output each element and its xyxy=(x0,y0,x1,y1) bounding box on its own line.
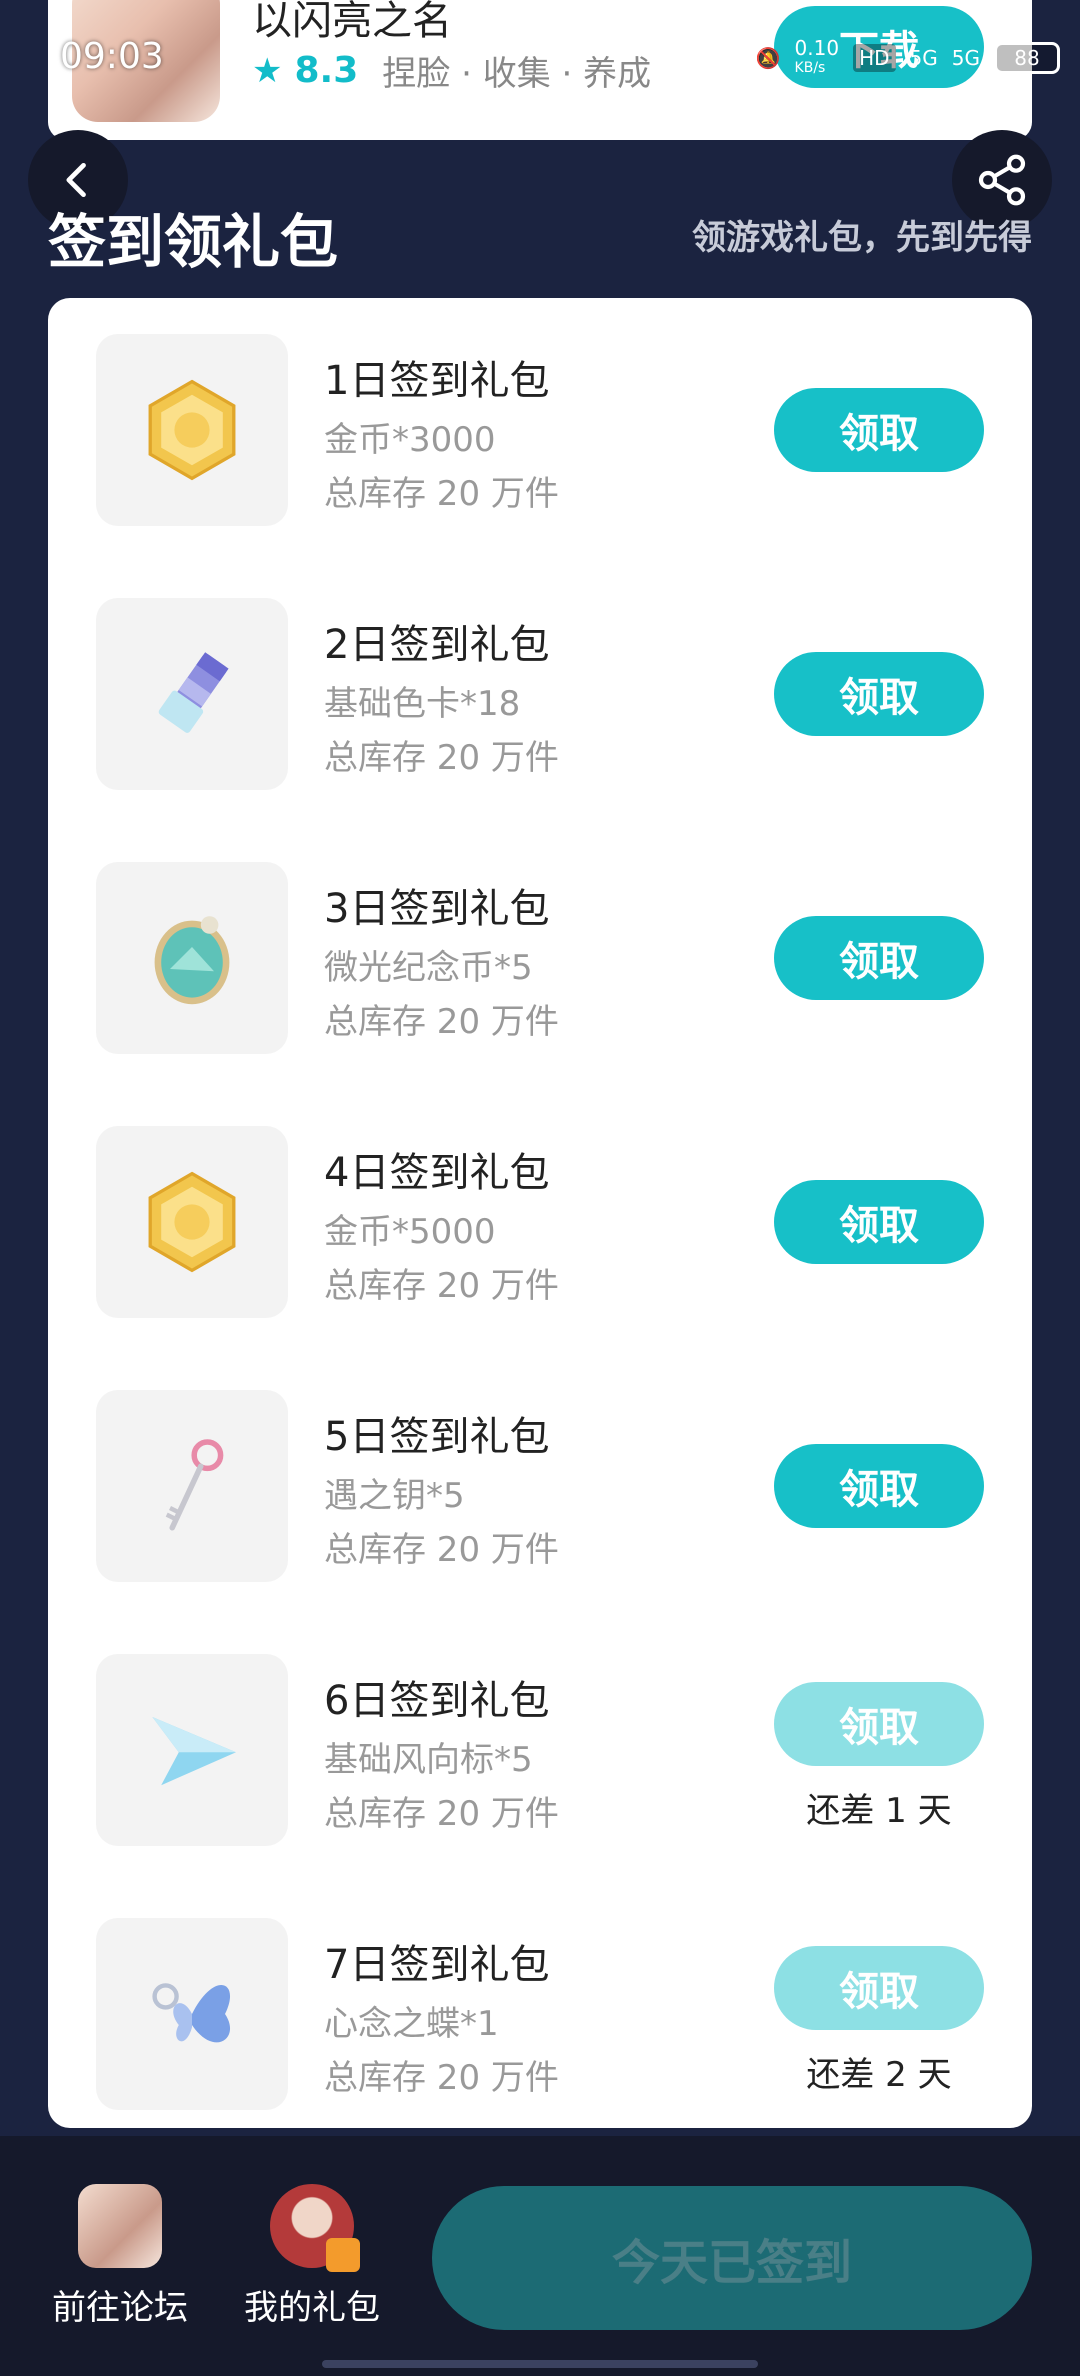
gift-box-icon xyxy=(270,2184,360,2272)
key-icon xyxy=(96,1390,288,1582)
claim-button[interactable]: 领取 xyxy=(774,652,984,736)
battery-level: 88 xyxy=(1014,46,1040,70)
days-remaining: 还差 2 天 xyxy=(806,2055,952,2095)
key-graphic xyxy=(165,1439,224,1531)
signal-5g-icon: 5G xyxy=(909,46,938,70)
gold-coin-icon xyxy=(96,1126,288,1318)
game-tags: 捏脸 · 收集 · 养成 xyxy=(382,54,652,94)
claim-button[interactable]: 领取 xyxy=(774,916,984,1000)
gift-content: 金币*5000 xyxy=(324,1212,496,1252)
home-indicator xyxy=(322,2360,758,2368)
section-title: 签到领礼包 xyxy=(48,208,339,276)
gift-content: 基础色卡*18 xyxy=(324,684,521,724)
gift-row-day6: 6日签到礼包 基础风向标*5 总库存 20 万件 领取 还差 1 天 xyxy=(48,1618,1032,1882)
game-title: 以闪亮之名 xyxy=(252,0,452,44)
net-speed: 0.10 KB/s xyxy=(795,38,840,78)
gift-stock: 总库存 20 万件 xyxy=(324,474,559,514)
butterfly-graphic xyxy=(152,1983,231,2043)
net-speed-unit: KB/s xyxy=(794,60,826,76)
gift-row-day7: 7日签到礼包 心念之蝶*1 总库存 20 万件 领取 还差 2 天 xyxy=(48,1882,1032,2146)
gold-coin-graphic xyxy=(148,379,236,481)
days-remaining: 还差 1 天 xyxy=(806,1791,952,1831)
color-card-graphic xyxy=(158,652,229,733)
gift-name: 7日签到礼包 xyxy=(324,1942,550,1988)
gold-coin-icon xyxy=(96,334,288,526)
status-icons: 🔕 0.10 KB/s HD 5G 5G 88 xyxy=(756,38,1060,78)
butterfly-icon xyxy=(96,1918,288,2110)
gift-row-day4: 4日签到礼包 金币*5000 总库存 20 万件 领取 xyxy=(48,1090,1032,1354)
gift-stock: 总库存 20 万件 xyxy=(324,1266,559,1306)
net-speed-value: 0.10 xyxy=(794,36,840,60)
share-icon xyxy=(978,154,1026,206)
claim-button[interactable]: 领取 xyxy=(774,1444,984,1528)
gift-row-day3: 3日签到礼包 微光纪念币*5 总库存 20 万件 领取 xyxy=(48,826,1032,1090)
gift-stock: 总库存 20 万件 xyxy=(324,1530,559,1570)
gift-list: 1日签到礼包 金币*3000 总库存 20 万件 领取 2日签到礼包 基础色卡*… xyxy=(48,298,1032,2128)
signed-today-button[interactable]: 今天已签到 xyxy=(432,2186,1032,2330)
bottom-bar: 前往论坛 我的礼包 今天已签到 xyxy=(0,2136,1080,2376)
status-time: 09:03 xyxy=(60,36,164,77)
gift-stock: 总库存 20 万件 xyxy=(324,738,559,778)
gift-stock: 总库存 20 万件 xyxy=(324,2058,559,2098)
claim-button[interactable]: 领取 xyxy=(774,388,984,472)
gift-content: 心念之蝶*1 xyxy=(324,2004,499,2044)
weathervane-graphic xyxy=(152,1717,236,1786)
commemorative-coin-icon xyxy=(96,862,288,1054)
weathervane-icon xyxy=(96,1654,288,1846)
gift-badge-icon xyxy=(326,2238,360,2272)
gift-name: 5日签到礼包 xyxy=(324,1414,550,1460)
gift-row-day2: 2日签到礼包 基础色卡*18 总库存 20 万件 领取 xyxy=(48,562,1032,826)
gift-content: 遇之钥*5 xyxy=(324,1476,465,1516)
gift-name: 2日签到礼包 xyxy=(324,622,550,668)
gift-name: 4日签到礼包 xyxy=(324,1150,550,1196)
commemorative-coin-graphic xyxy=(154,916,230,1005)
gift-row-day5: 5日签到礼包 遇之钥*5 总库存 20 万件 领取 xyxy=(48,1354,1032,1618)
signal-5g-icon-2: 5G xyxy=(951,46,980,70)
gold-coin-graphic xyxy=(148,1171,236,1273)
forum-game-icon xyxy=(78,2184,162,2268)
gift-name: 6日签到礼包 xyxy=(324,1678,550,1724)
forum-link[interactable]: 前往论坛 xyxy=(40,2184,200,2329)
gift-stock: 总库存 20 万件 xyxy=(324,1002,559,1042)
gift-content: 微光纪念币*5 xyxy=(324,948,533,988)
forum-label: 前往论坛 xyxy=(52,2288,188,2328)
gift-content: 金币*3000 xyxy=(324,420,496,460)
gift-stock: 总库存 20 万件 xyxy=(324,1794,559,1834)
gift-name: 1日签到礼包 xyxy=(324,358,550,404)
section-subtitle: 领游戏礼包，先到先得 xyxy=(692,218,1032,258)
star-icon: ★ xyxy=(252,50,283,91)
game-rating: 8.3 xyxy=(294,50,359,91)
claim-button-disabled[interactable]: 领取 xyxy=(774,1682,984,1766)
hd-icon: HD xyxy=(853,44,896,72)
gift-content: 基础风向标*5 xyxy=(324,1740,533,1780)
my-gifts-label: 我的礼包 xyxy=(244,2288,380,2328)
my-gifts-link[interactable]: 我的礼包 xyxy=(232,2184,392,2329)
game-meta: ★ 8.3 捏脸 · 收集 · 养成 xyxy=(252,46,651,95)
claim-button-disabled[interactable]: 领取 xyxy=(774,1946,984,2030)
gift-name: 3日签到礼包 xyxy=(324,886,550,932)
gift-row-day1: 1日签到礼包 金币*3000 总库存 20 万件 领取 xyxy=(48,298,1032,562)
claim-button[interactable]: 领取 xyxy=(774,1180,984,1264)
color-card-icon xyxy=(96,598,288,790)
battery-icon: 88 xyxy=(994,42,1060,74)
mute-icon: 🔕 xyxy=(755,46,781,70)
